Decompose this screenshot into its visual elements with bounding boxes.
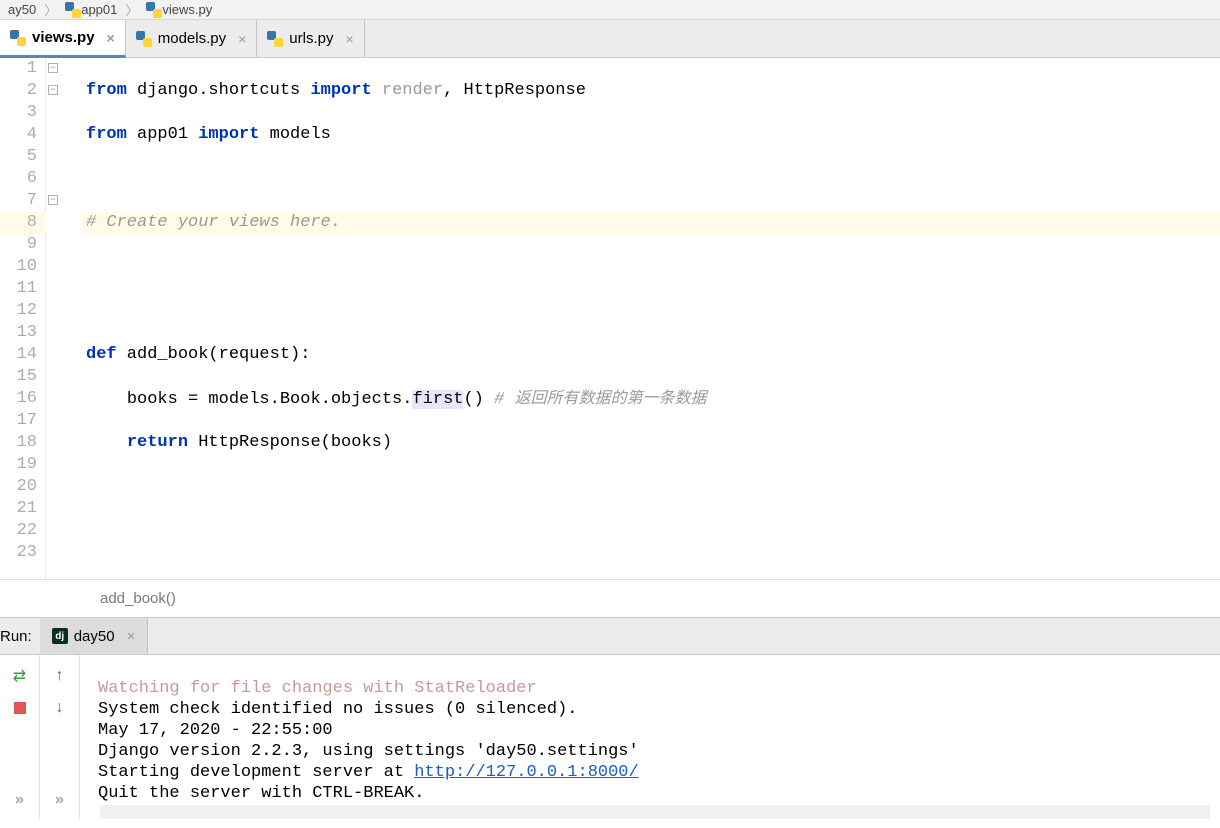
keyword: return [127,433,188,452]
django-icon: dj [52,628,68,644]
keyword: import [310,81,371,100]
keyword: from [86,125,127,144]
comment: 返回所有数据的第一条数据 [515,390,707,407]
breadcrumb-sep: 〉 [40,0,61,19]
tab-urls-py[interactable]: urls.py × [257,20,364,57]
breadcrumb-label: app01 [81,2,117,17]
line-number: 14 [0,344,37,366]
identifier-highlight: first [412,390,463,409]
code-text: () [463,390,494,409]
code-text: add_book(request): [117,345,311,364]
line-number: 9 [0,234,37,256]
comment: # [494,390,514,409]
line-number-gutter: 1 2 3 4 5 6 7 8 9 10 11 12 13 14 15 16 1… [0,58,46,579]
breadcrumb: ay50 〉 app01 〉 views.py [0,0,1220,20]
line-number: 13 [0,322,37,344]
code-text: , HttpResponse [443,81,586,100]
tab-label: models.py [158,30,226,47]
line-number: 17 [0,410,37,432]
keyword: def [86,345,117,364]
fold-toggle-icon[interactable]: − [48,85,58,95]
expand-icon[interactable]: » [11,791,29,809]
keyword: import [198,125,259,144]
close-icon[interactable]: × [345,31,353,47]
line-number: 1 [0,58,37,80]
line-number: 22 [0,520,37,542]
line-number: 18 [0,432,37,454]
folder-icon [65,2,81,18]
tab-models-py[interactable]: models.py × [126,20,258,57]
line-number: 20 [0,476,37,498]
tab-label: urls.py [289,30,333,47]
line-number: 16 [0,388,37,410]
line-number: 2 [0,80,37,102]
line-number: 8 [0,212,37,234]
run-label: Run: [0,628,40,645]
code-editor[interactable]: 1 2 3 4 5 6 7 8 9 10 11 12 13 14 15 16 1… [0,58,1220,579]
line-number: 21 [0,498,37,520]
line-number: 19 [0,454,37,476]
keyword: from [86,81,127,100]
line-number: 10 [0,256,37,278]
line-number: 15 [0,366,37,388]
line-number: 7 [0,190,37,212]
code-text: HttpResponse(books) [188,433,392,452]
console-line: Quit the server with CTRL-BREAK. [98,784,424,803]
line-number: 23 [0,542,37,564]
code-text: books = models.Book.objects. [127,390,413,409]
line-number: 6 [0,168,37,190]
breadcrumb-seg[interactable]: ay50 [4,2,40,17]
comment: # Create your views here. [86,213,341,232]
python-file-icon [136,31,152,47]
unused-import: render [382,81,443,100]
code-text [86,433,127,452]
breadcrumb-seg[interactable]: views.py [142,2,216,18]
line-number: 4 [0,124,37,146]
breadcrumb-label: views.py [162,2,212,17]
run-toolbar-primary: ⇄ » [0,655,40,819]
line-number: 5 [0,146,37,168]
close-icon[interactable]: × [107,30,115,46]
run-toolbar-secondary: ↑ ↓ » [40,655,80,819]
python-file-icon [267,31,283,47]
breadcrumb-sep: 〉 [121,0,142,19]
tab-views-py[interactable]: views.py × [0,20,126,58]
python-file-icon [146,2,162,18]
code-text: django.shortcuts [127,81,311,100]
code-text: app01 [127,125,198,144]
stop-icon[interactable] [11,699,29,717]
code-text [86,390,127,409]
expand-icon[interactable]: » [51,791,69,809]
horizontal-scrollbar[interactable] [100,805,1210,819]
editor-tabs: views.py × models.py × urls.py × [0,20,1220,58]
tab-label: views.py [32,29,95,46]
python-file-icon [10,30,26,46]
code-text: models [259,125,330,144]
code-text [372,81,382,100]
line-number: 12 [0,300,37,322]
code-content[interactable]: from django.shortcuts import render, Htt… [82,58,1220,579]
fold-toggle-icon[interactable]: − [48,63,58,73]
close-icon[interactable]: × [238,31,246,47]
line-number: 3 [0,102,37,124]
line-number: 11 [0,278,37,300]
breadcrumb-seg[interactable]: app01 [61,2,121,18]
fold-column: − − − [46,58,82,579]
arrow-up-icon[interactable]: ↑ [51,667,69,685]
rerun-icon[interactable]: ⇄ [11,667,29,685]
arrow-down-icon[interactable]: ↓ [51,699,69,717]
fold-toggle-icon[interactable]: − [48,195,58,205]
